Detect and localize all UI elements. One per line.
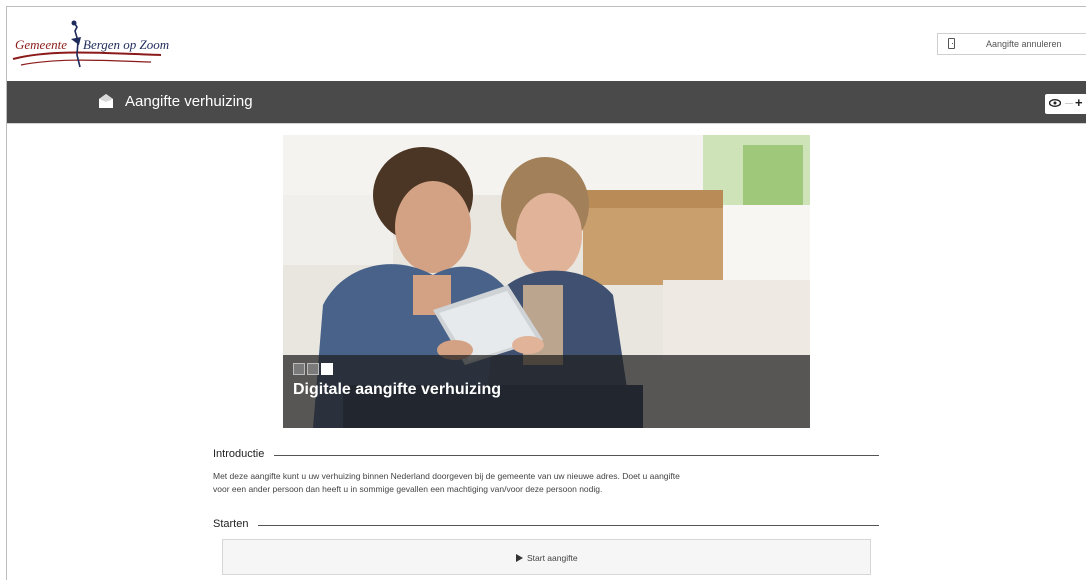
eye-icon[interactable]: [1049, 99, 1061, 107]
zoom-in-button[interactable]: +: [1075, 95, 1083, 110]
carousel-dot-2[interactable]: [307, 363, 319, 375]
section-divider: [213, 525, 879, 526]
hero-caption: Digitale aangifte verhuizing: [283, 355, 810, 428]
carousel-dot-1[interactable]: [293, 363, 305, 375]
start-declaration-button[interactable]: Start aangifte: [222, 539, 871, 575]
section-start-heading: Starten: [213, 518, 879, 534]
play-icon: [516, 554, 523, 562]
introduction-text: Met deze aangifte kunt u uw verhuizing b…: [213, 470, 833, 496]
home-icon: [99, 94, 113, 108]
cancel-declaration-label: Aangifte annuleren: [986, 39, 1062, 49]
introduction-line-1: Met deze aangifte kunt u uw verhuizing b…: [213, 471, 680, 481]
door-icon: [948, 38, 955, 49]
start-heading: Starten: [213, 518, 259, 530]
cancel-declaration-button[interactable]: Aangifte annuleren: [937, 33, 1086, 55]
title-bar: Aangifte verhuizing: [7, 81, 1086, 123]
page-title: Aangifte verhuizing: [125, 93, 253, 110]
introduction-heading: Introductie: [213, 448, 275, 460]
accessibility-separator: [1065, 103, 1073, 104]
carousel-dot-3[interactable]: [321, 363, 333, 375]
municipality-logo[interactable]: Gemeente Bergen op Zoom: [11, 19, 181, 69]
introduction-line-2: voor een ander persoon dan heeft u in so…: [213, 484, 603, 494]
start-declaration-label: Start aangifte: [527, 553, 578, 563]
hero-caption-title: Digitale aangifte verhuizing: [293, 381, 502, 398]
section-introduction-heading: Introductie: [213, 448, 879, 464]
carousel-indicators: [293, 362, 335, 380]
logo-text-city: Bergen op Zoom: [83, 37, 170, 52]
hero-carousel: Digitale aangifte verhuizing: [283, 135, 810, 428]
page-frame: Gemeente Bergen op Zoom Aangifte annuler…: [6, 6, 1086, 580]
header-divider: [7, 123, 1086, 124]
logo-text-gemeente: Gemeente: [15, 37, 67, 52]
top-header: Gemeente Bergen op Zoom Aangifte annuler…: [7, 7, 1086, 81]
accessibility-toolbar[interactable]: +: [1045, 94, 1086, 114]
section-divider: [213, 455, 879, 456]
